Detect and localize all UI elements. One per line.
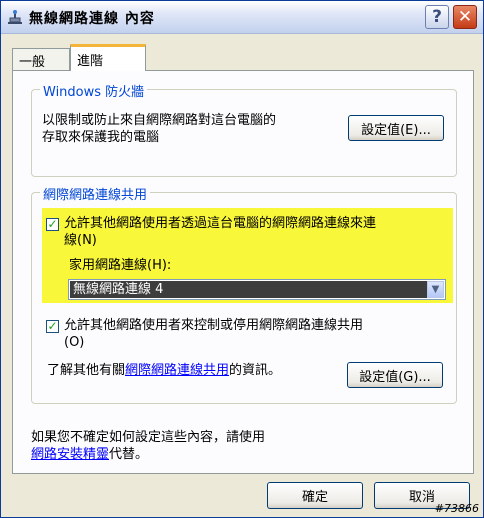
ics-info-prefix: 了解其他有關 — [47, 363, 126, 378]
network-icon — [8, 10, 22, 24]
home-network-select[interactable]: 無線網路連線 4 ▼ — [68, 279, 446, 300]
ok-button[interactable]: 確定 — [267, 482, 363, 509]
firewall-group-title: Windows 防火牆 — [40, 81, 148, 100]
firewall-settings-button[interactable]: 設定值(E)... — [348, 115, 444, 141]
help-button[interactable]: ? — [425, 5, 449, 29]
allow-control-checkbox[interactable]: ✓ — [46, 320, 59, 333]
allow-control-label-line2[interactable]: (O) — [64, 334, 84, 351]
footer-line1: 如果您不確定如何設定這些內容，請使用 — [31, 430, 266, 445]
firewall-description-line2: 存取來保護我的電腦 — [42, 130, 160, 145]
ics-info-suffix: 的資訊。 — [229, 363, 282, 378]
watermark: #73866 — [434, 502, 479, 515]
network-wizard-link[interactable]: 網路安裝精靈 — [31, 447, 109, 462]
footer-line2: 網路安裝精靈代替。 — [31, 446, 148, 463]
ics-info-text: 了解其他有關網際網路連線共用的資訊。 — [47, 362, 281, 379]
home-network-selected-value: 無線網路連線 4 — [70, 281, 429, 298]
allow-sharing-checkbox[interactable]: ✓ — [46, 218, 59, 231]
tab-advanced[interactable]: 進階 — [70, 44, 146, 71]
ics-settings-button[interactable]: 設定值(G)... — [347, 362, 443, 388]
title-bar[interactable]: 無線網路連線 內容 ? ✕ — [1, 1, 483, 34]
firewall-description-line1: 以限制或防止來自網際網路對這台電腦的 — [42, 113, 277, 128]
allow-sharing-label-line1[interactable]: 允許其他網路使用者透過這台電腦的網際網路連線來連 — [64, 215, 376, 232]
allow-control-label-line1[interactable]: 允許其他網路使用者來控制或停用網際網路連線共用 — [64, 317, 363, 334]
ics-group-title: 網際網路連線共用 — [40, 184, 151, 203]
ics-info-link[interactable]: 網際網路連線共用 — [125, 363, 229, 378]
window-title: 無線網路連線 內容 — [29, 11, 155, 27]
chevron-down-icon[interactable]: ▼ — [427, 281, 444, 298]
properties-dialog: 無線網路連線 內容 ? ✕ 一般 進階 Windows 防火牆 以限制或防止來自… — [0, 0, 484, 518]
home-network-label: 家用網路連線(H): — [69, 258, 172, 273]
footer-line2-suffix: 代替。 — [109, 447, 149, 462]
tab-panel-advanced: Windows 防火牆 以限制或防止來自網際網路對這台電腦的 存取來保護我的電腦… — [12, 70, 474, 474]
firewall-group: Windows 防火牆 以限制或防止來自網際網路對這台電腦的 存取來保護我的電腦… — [31, 81, 457, 177]
tab-general[interactable]: 一般 — [12, 48, 70, 70]
allow-sharing-label-line2[interactable]: 線(N) — [64, 232, 97, 249]
close-button[interactable]: ✕ — [453, 5, 477, 29]
